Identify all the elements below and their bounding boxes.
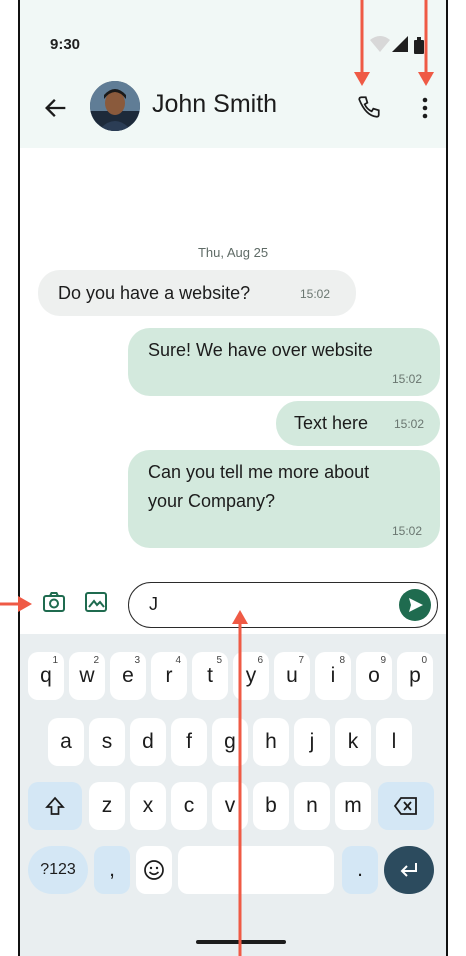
- key-s[interactable]: s: [89, 718, 125, 766]
- emoji-icon: [144, 860, 164, 880]
- keyboard: q1 w2 e3 r4 t5 y6 u7 i8 o9 p0 a s d f g …: [20, 634, 446, 956]
- message-text: Text here: [294, 413, 369, 433]
- shift-key[interactable]: [28, 782, 82, 830]
- message-input[interactable]: [147, 593, 371, 616]
- key-label: r: [165, 664, 173, 687]
- message-time: 15:02: [391, 524, 422, 538]
- app-bar: John Smith: [20, 68, 446, 148]
- key-label: p: [409, 664, 421, 687]
- key-o[interactable]: o9: [356, 652, 392, 700]
- image-icon[interactable]: [84, 590, 108, 614]
- message-time: 15:02: [300, 287, 331, 301]
- gesture-nav-bar[interactable]: [196, 940, 286, 944]
- enter-key[interactable]: [384, 846, 434, 894]
- key-y[interactable]: y6: [233, 652, 269, 700]
- status-bar: 9:30: [20, 0, 446, 68]
- key-hint: 6: [257, 655, 263, 666]
- key-hint: 4: [175, 655, 181, 666]
- emoji-key[interactable]: [136, 846, 172, 894]
- key-m[interactable]: m: [335, 782, 371, 830]
- key-label: q: [40, 664, 52, 687]
- key-h[interactable]: h: [253, 718, 289, 766]
- key-r[interactable]: r4: [151, 652, 187, 700]
- key-f[interactable]: f: [171, 718, 207, 766]
- key-hint: 3: [134, 655, 140, 666]
- send-icon: [409, 598, 423, 612]
- message-text-line-1: Can you tell me more about: [148, 462, 370, 482]
- key-u[interactable]: u7: [274, 652, 310, 700]
- key-l[interactable]: l: [376, 718, 412, 766]
- key-q[interactable]: q1: [28, 652, 64, 700]
- key-hint: 5: [216, 655, 222, 666]
- avatar-photo-icon: [90, 81, 140, 131]
- comma-key[interactable]: ,: [94, 846, 130, 894]
- wifi-icon: [370, 36, 390, 52]
- battery-icon: [414, 40, 424, 54]
- send-button[interactable]: [399, 589, 431, 621]
- key-x[interactable]: x: [130, 782, 166, 830]
- signal-icon: [392, 36, 408, 52]
- key-label: o: [368, 664, 380, 687]
- message-text: Do you have a website?: [58, 283, 251, 303]
- key-w[interactable]: w2: [69, 652, 105, 700]
- conversation-area[interactable]: Thu, Aug 25 Do you have a website? 15:02…: [20, 148, 446, 566]
- key-k[interactable]: k: [335, 718, 371, 766]
- key-label: i: [330, 664, 336, 687]
- key-t[interactable]: t5: [192, 652, 228, 700]
- key-hint: 0: [421, 655, 427, 666]
- key-n[interactable]: n: [294, 782, 330, 830]
- shift-icon: [45, 796, 65, 815]
- key-i[interactable]: i8: [315, 652, 351, 700]
- key-label: e: [122, 664, 134, 687]
- message-composer: [20, 566, 446, 634]
- key-label: t: [207, 664, 213, 687]
- message-outgoing[interactable]: Sure! We have over website 15:02: [128, 328, 440, 396]
- key-p[interactable]: p0: [397, 652, 433, 700]
- key-e[interactable]: e3: [110, 652, 146, 700]
- message-text-line-2: your Company?: [148, 491, 276, 511]
- key-hint: 1: [52, 655, 58, 666]
- status-time: 9:30: [50, 36, 81, 53]
- phone-screen: 9:30 John Smith Thu, Aug 25 Do you have …: [18, 0, 448, 956]
- backspace-icon: [393, 797, 417, 815]
- period-key[interactable]: .: [342, 846, 378, 894]
- message-input-field[interactable]: [128, 582, 438, 628]
- more-vert-icon[interactable]: [418, 94, 432, 122]
- system-status-icons: [370, 36, 424, 54]
- contact-name: John Smith: [152, 90, 278, 118]
- message-outgoing[interactable]: Text here 15:02: [276, 401, 440, 446]
- key-label: u: [286, 664, 298, 687]
- key-label: w: [79, 664, 95, 687]
- key-g[interactable]: g: [212, 718, 248, 766]
- key-hint: 7: [298, 655, 304, 666]
- key-d[interactable]: d: [130, 718, 166, 766]
- key-hint: 9: [380, 655, 386, 666]
- key-hint: 8: [339, 655, 345, 666]
- key-b[interactable]: b: [253, 782, 289, 830]
- back-arrow-icon[interactable]: [42, 94, 70, 122]
- message-time: 15:02: [391, 372, 422, 386]
- backspace-key[interactable]: [378, 782, 434, 830]
- message-incoming[interactable]: Do you have a website? 15:02: [38, 270, 356, 316]
- camera-icon[interactable]: [42, 590, 66, 614]
- date-separator: Thu, Aug 25: [197, 245, 269, 260]
- symbols-key[interactable]: ?123: [28, 846, 88, 894]
- key-a[interactable]: a: [48, 718, 84, 766]
- key-j[interactable]: j: [294, 718, 330, 766]
- key-v[interactable]: v: [212, 782, 248, 830]
- key-z[interactable]: z: [89, 782, 125, 830]
- message-outgoing[interactable]: Can you tell me more about your Company?…: [128, 450, 440, 548]
- message-time: 15:02: [393, 417, 424, 431]
- spacebar-key[interactable]: [178, 846, 334, 894]
- key-c[interactable]: c: [171, 782, 207, 830]
- enter-icon: [400, 863, 417, 877]
- key-hint: 2: [93, 655, 99, 666]
- avatar[interactable]: [90, 81, 140, 131]
- key-label: y: [245, 664, 257, 687]
- phone-icon[interactable]: [356, 94, 382, 120]
- message-text: Sure! We have over website: [148, 340, 373, 360]
